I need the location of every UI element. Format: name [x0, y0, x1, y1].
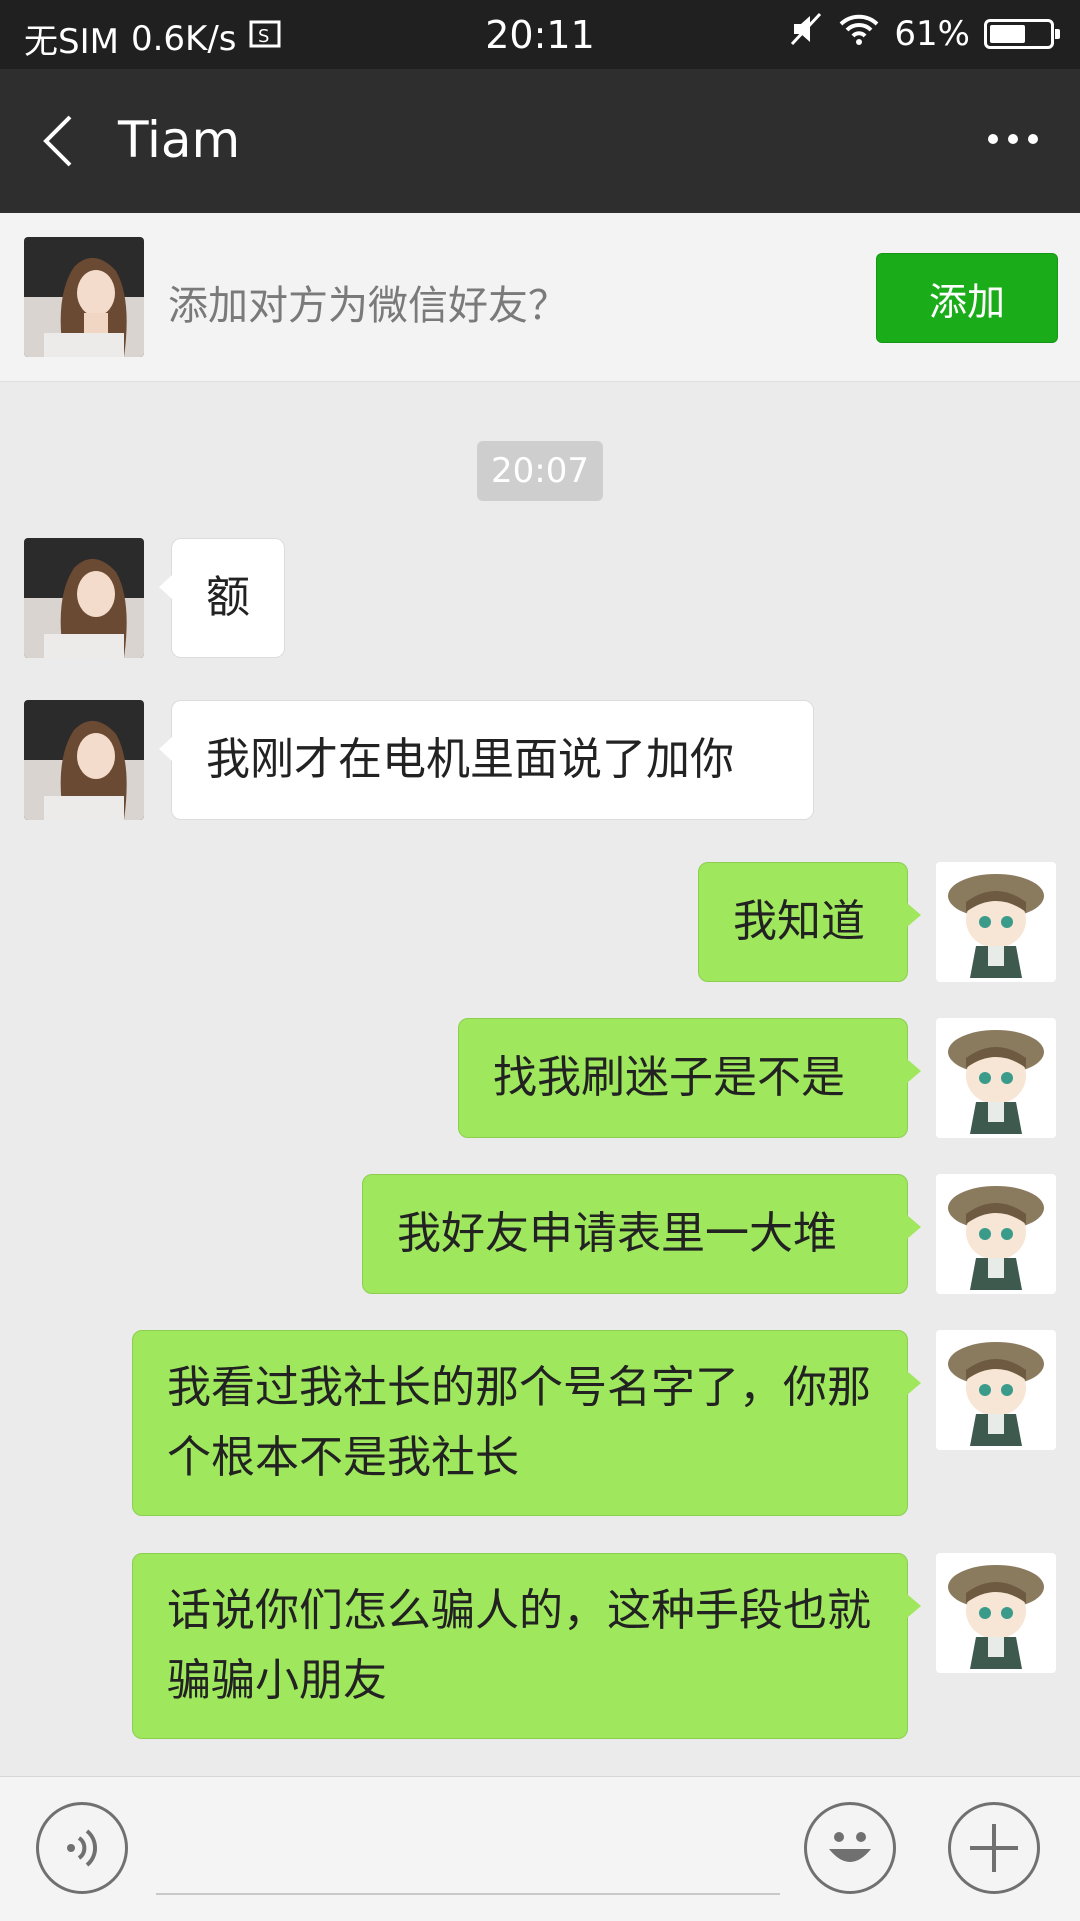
plus-icon	[970, 1824, 1018, 1872]
add-friend-banner: 添加对方为微信好友？ 添加	[0, 213, 1080, 382]
back-button[interactable]	[36, 113, 86, 169]
chat-title: Tiam	[118, 111, 241, 169]
add-friend-button[interactable]: 添加	[876, 253, 1058, 343]
chevron-left-icon	[43, 115, 72, 167]
chat-header: Tiam	[0, 69, 1080, 213]
message-text: 额	[206, 572, 250, 623]
my-avatar[interactable]	[936, 1330, 1056, 1450]
message-bubble-outgoing[interactable]: 我看过我社长的那个号名字了，你那个根本不是我社长	[132, 1330, 921, 1516]
chat-input-bar	[0, 1776, 1080, 1921]
message-bubble-incoming[interactable]: 额	[159, 538, 285, 658]
message-text: 我好友申请表里一大堆	[397, 1208, 837, 1259]
message-text: 找我刷迷子是不是	[493, 1052, 845, 1103]
battery-icon	[984, 18, 1060, 49]
voice-input-button[interactable]	[36, 1802, 128, 1894]
my-avatar[interactable]	[936, 1553, 1056, 1673]
contact-avatar[interactable]	[24, 538, 144, 658]
more-functions-button[interactable]	[948, 1802, 1040, 1894]
contact-avatar[interactable]	[24, 237, 144, 357]
more-dot	[1008, 134, 1018, 144]
message-bubble-outgoing[interactable]: 我知道	[698, 862, 921, 982]
status-bar: 无SIM 0.6K/s S 20:11 61%	[0, 0, 1080, 69]
more-options-button[interactable]	[978, 109, 1048, 169]
my-avatar[interactable]	[936, 1018, 1056, 1138]
add-friend-prompt: 添加对方为微信好友？	[168, 283, 568, 329]
chat-timestamp: 20:07	[477, 441, 603, 501]
battery-percent: 61%	[894, 13, 970, 54]
message-bubble-incoming[interactable]: 我刚才在电机里面说了加你	[159, 700, 814, 820]
message-bubble-outgoing[interactable]: 话说你们怎么骗人的，这种手段也就骗骗小朋友	[132, 1553, 921, 1739]
emoji-button[interactable]	[804, 1802, 896, 1894]
message-bubble-outgoing[interactable]: 找我刷迷子是不是	[458, 1018, 921, 1138]
message-text: 我看过我社长的那个号名字了，你那个根本不是我社长	[167, 1362, 871, 1483]
message-input[interactable]	[156, 1893, 780, 1895]
my-avatar[interactable]	[936, 862, 1056, 982]
message-bubble-outgoing[interactable]: 我好友申请表里一大堆	[362, 1174, 921, 1294]
message-text: 话说你们怎么骗人的，这种手段也就骗骗小朋友	[167, 1585, 871, 1706]
my-avatar[interactable]	[936, 1174, 1056, 1294]
message-text: 我刚才在电机里面说了加你	[206, 734, 734, 785]
contact-avatar[interactable]	[24, 700, 144, 820]
mute-icon	[790, 12, 824, 55]
more-dot	[988, 134, 998, 144]
more-dot	[1028, 134, 1038, 144]
status-right: 61%	[790, 12, 1060, 55]
voice-icon	[67, 1829, 98, 1867]
wifi-icon	[838, 12, 880, 55]
message-text: 我知道	[733, 896, 865, 947]
smiley-icon	[829, 1832, 871, 1862]
